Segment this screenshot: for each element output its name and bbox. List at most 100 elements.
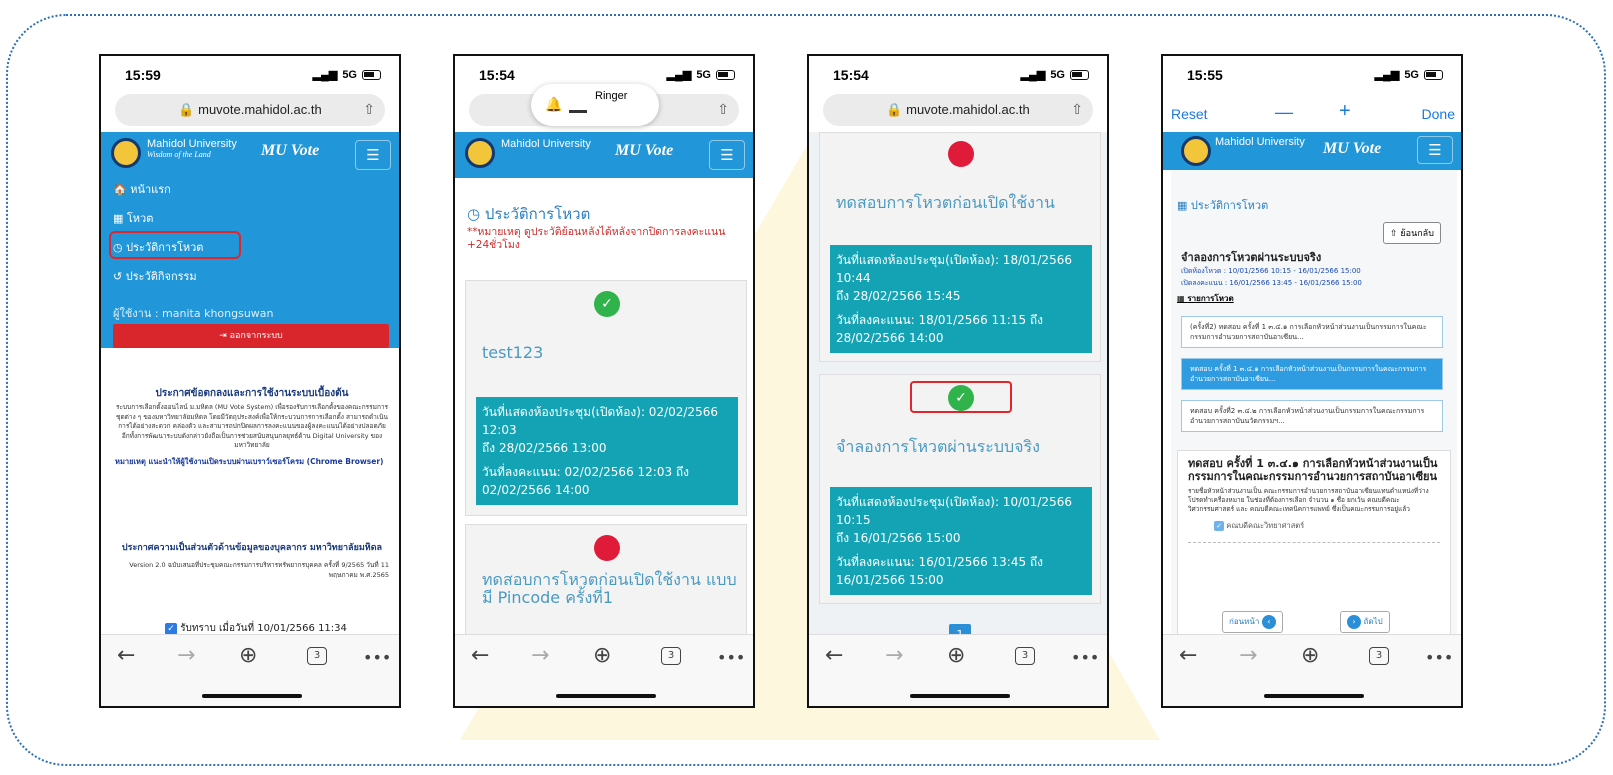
nav-item-home[interactable]: 🏠 หน้าแรก — [113, 180, 171, 198]
tabs-button[interactable]: 3 — [307, 647, 327, 665]
vote-card[interactable]: ทดสอบการโหวตก่อนเปิดใช้งาน วันที่แสดงห้อ… — [819, 132, 1101, 362]
chevron-right-icon: › — [1347, 615, 1361, 629]
nav-item-history[interactable]: ◷ ประวัติการโหวต — [113, 238, 203, 256]
menu-icon[interactable]: ☰ — [355, 140, 391, 170]
clock: 15:59 — [125, 67, 161, 83]
app-header: Mahidol University Wisdom of the Land MU … — [101, 132, 399, 178]
vote-title: จำลองการโหวตผ่านระบบจริง — [1181, 251, 1322, 264]
battery-icon — [716, 69, 735, 80]
choice-checkbox[interactable]: ✓ คณบดีคณะวิทยาศาสตร์ — [1178, 518, 1450, 534]
next-button[interactable]: › ถัดไป — [1340, 611, 1390, 633]
app-name: MU Vote — [1323, 140, 1382, 157]
done-button[interactable]: Done — [1422, 106, 1455, 122]
new-tab-icon[interactable]: ⊕ — [947, 643, 965, 668]
university-logo — [111, 138, 141, 168]
tabs-button[interactable]: 3 — [1015, 647, 1035, 665]
signal-icon: ▂▄▆ — [666, 69, 692, 81]
checkbox-icon: ✓ — [1214, 521, 1224, 531]
terms-section: ประกาศข้อตกลงและการใช้งานระบบเบื้องต้น ร… — [115, 388, 389, 467]
browser-toolbar: ← → ⊕ 3 ••• — [455, 634, 753, 706]
list-title: ▦ รายการโหวต — [1177, 294, 1234, 303]
browser-toolbar: ← → ⊕ 3 ••• — [809, 634, 1107, 706]
status-dot-icon — [594, 535, 620, 561]
ringer-label: Ringer — [595, 90, 628, 102]
address-bar[interactable]: 🔒 muvote.mahidol.ac.th ⇧ — [823, 94, 1093, 126]
open-vote-date: เปิดลงคะแนน : 16/01/2566 13:45 - 16/01/2… — [1181, 279, 1362, 287]
back-icon[interactable]: ← — [471, 643, 489, 668]
clock: 15:55 — [1187, 67, 1223, 83]
back-icon[interactable]: ← — [117, 643, 135, 668]
home-indicator — [1264, 694, 1364, 698]
back-button[interactable]: ⇧ ย้อนกลับ — [1383, 222, 1441, 244]
signal-icon: ▂▄▆ — [1020, 69, 1046, 81]
card-title: ทดสอบการโหวตก่อนเปิดใช้งาน — [836, 193, 1055, 212]
vote-card[interactable]: ทดสอบการโหวตก่อนเปิดใช้งาน แบบ มี Pincod… — [465, 524, 747, 647]
nav-menu: 🏠 หน้าแรก ▦ โหวต ◷ ประวัติการโหวต ↺ ประว… — [101, 178, 399, 348]
reset-button[interactable]: Reset — [1171, 106, 1208, 122]
forward-icon[interactable]: → — [885, 643, 903, 668]
tabs-button[interactable]: 3 — [1369, 647, 1389, 665]
card-title: ทดสอบการโหวตก่อนเปิดใช้งาน แบบ มี Pincod… — [482, 570, 737, 607]
forward-icon[interactable]: → — [1239, 643, 1257, 668]
page-title: ◷ ประวัติการโหวต — [467, 205, 591, 223]
zoom-out-button[interactable]: — — [1275, 102, 1293, 123]
phone-screenshot-2: 15:54 ▂▄▆ 5G ⇧ 🔔 Ringer Mahidol Universit… — [453, 54, 755, 708]
brand-tagline: Wisdom of the Land — [147, 150, 211, 159]
menu-icon[interactable]: ☰ — [709, 140, 745, 170]
share-icon[interactable]: ⇧ — [717, 100, 729, 118]
share-icon[interactable]: ⇧ — [1071, 100, 1083, 118]
back-icon[interactable]: ← — [1179, 643, 1197, 668]
privacy-body: Version 2.0 ฉบับเสนอที่ประชุมคณะกรรมการบ… — [129, 561, 389, 579]
home-indicator — [202, 694, 302, 698]
chevron-left-icon: ‹ — [1261, 615, 1276, 629]
more-icon[interactable]: ••• — [717, 648, 745, 667]
home-indicator — [556, 694, 656, 698]
zoom-in-button[interactable]: + — [1339, 100, 1351, 123]
brand-name: Mahidol University — [147, 138, 237, 150]
signal-icon: ▂▄▆ — [312, 69, 338, 81]
browser-toolbar: ← → ⊕ 3 ••• — [1163, 634, 1461, 706]
zoom-toolbar: Reset — + Done — [1163, 100, 1461, 130]
forward-icon[interactable]: → — [531, 643, 549, 668]
status-bar: 15:59 ▂▄▆ 5G — [101, 56, 399, 96]
back-icon[interactable]: ← — [825, 643, 843, 668]
vote-card[interactable]: ✓ test123 วันที่แสดงห้องประชุม(เปิดห้อง)… — [465, 280, 747, 516]
open-room-date: เปิดห้องโหวต : 10/01/2566 10:15 - 16/01/… — [1181, 267, 1361, 275]
vote-list-item-selected[interactable]: ทดสอบ ครั้งที่ 1 ๓.๔.๑ การเลือกหัวหน้าส่… — [1181, 358, 1443, 390]
more-icon[interactable]: ••• — [1425, 648, 1453, 667]
signal-icon: ▂▄▆ — [1374, 69, 1400, 81]
new-tab-icon[interactable]: ⊕ — [239, 643, 257, 668]
network-label: 5G — [342, 68, 357, 81]
prev-button[interactable]: ก่อนหน้า ‹ — [1222, 611, 1283, 633]
clock: 15:54 — [479, 67, 515, 83]
address-bar[interactable]: 🔒 muvote.mahidol.ac.th ⇧ — [115, 94, 385, 126]
bell-icon: 🔔 — [545, 96, 563, 112]
app-name: MU Vote — [615, 142, 674, 159]
nav-item-activity[interactable]: ↺ ประวัติกิจกรรม — [113, 267, 197, 285]
tabs-button[interactable]: 3 — [661, 647, 681, 665]
nav-item-vote[interactable]: ▦ โหวต — [113, 209, 153, 227]
battery-icon — [1070, 69, 1089, 80]
url-text: muvote.mahidol.ac.th — [198, 102, 322, 117]
app-header: Mahidol University MU Vote ☰ — [1163, 132, 1461, 170]
share-icon[interactable]: ⇧ — [363, 100, 375, 118]
new-tab-icon[interactable]: ⊕ — [1301, 643, 1319, 668]
detail-body: รายชื่อหัวหน้าส่วนงานเป็น คณะกรรมการอำนว… — [1188, 487, 1429, 513]
browser-toolbar: ← → ⊕ 3 ••• — [101, 634, 399, 706]
vote-list-item[interactable]: (ครั้งที่2) ทดสอบ ครั้งที่ 1 ๓.๔.๑ การเล… — [1181, 316, 1443, 348]
terms-body: ระบบการเลือกตั้งออนไลน์ ม.มหิดล (MU Vote… — [115, 403, 389, 449]
phone-screenshot-1: 15:59 ▂▄▆ 5G 🔒 muvote.mahidol.ac.th ⇧ Mahi… — [99, 54, 401, 708]
more-icon[interactable]: ••• — [1071, 648, 1099, 667]
logout-button[interactable]: ⇥ ออกจากระบบ — [113, 324, 389, 348]
new-tab-icon[interactable]: ⊕ — [593, 643, 611, 668]
forward-icon[interactable]: → — [177, 643, 195, 668]
more-icon[interactable]: ••• — [363, 648, 391, 667]
vote-list-item[interactable]: ทดสอบ ครั้งที่2 ๓.๔.๒ การเลือกหัวหน้าส่ว… — [1181, 400, 1443, 432]
privacy-title: ประกาศความเป็นส่วนตัวด้านข้อมูลของบุคลาก… — [121, 543, 383, 553]
ringer-level — [569, 110, 587, 113]
terms-title: ประกาศข้อตกลงและการใช้งานระบบเบื้องต้น — [155, 388, 349, 399]
card-title: test123 — [482, 343, 544, 362]
vote-card[interactable]: ✓ จำลองการโหวตผ่านระบบจริง วันที่แสดงห้อ… — [819, 374, 1101, 604]
menu-icon[interactable]: ☰ — [1417, 136, 1453, 164]
battery-icon — [1424, 69, 1443, 80]
